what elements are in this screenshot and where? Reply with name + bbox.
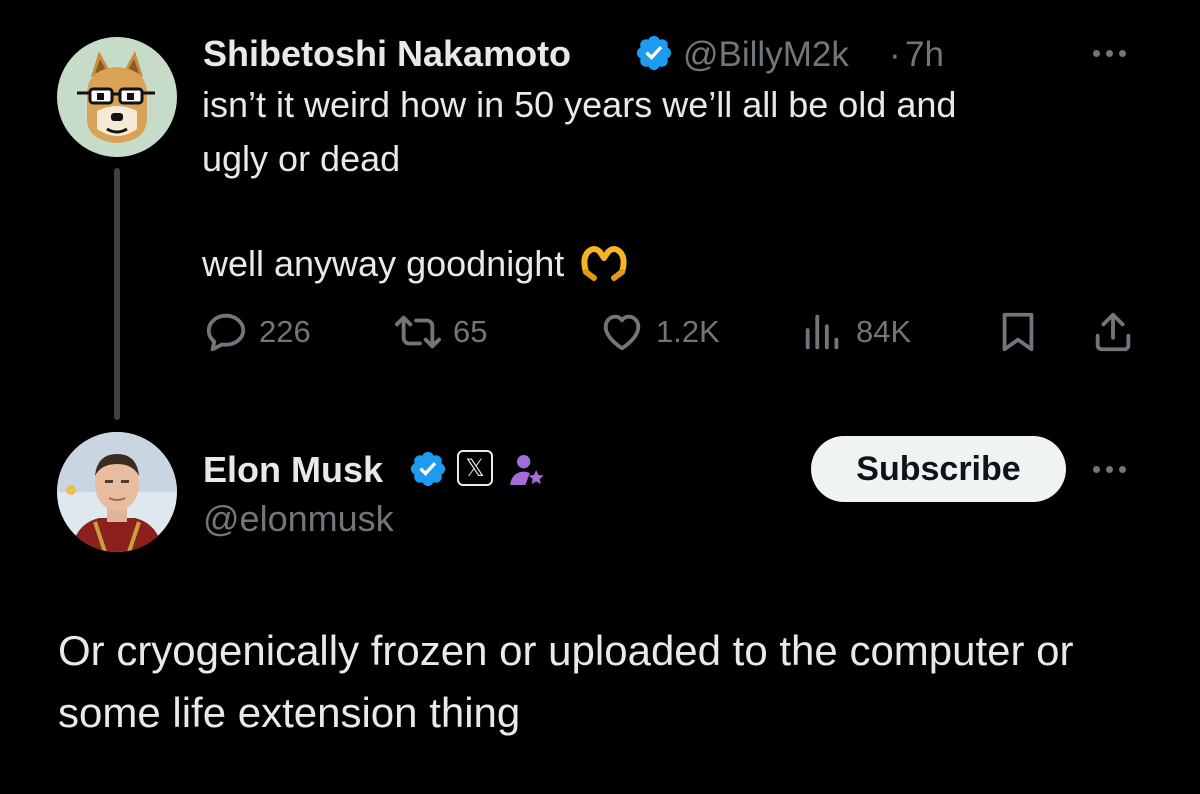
author-handle[interactable]: @BillyM2k <box>683 35 849 75</box>
reply-count: 226 <box>259 314 311 349</box>
reply-author-avatar[interactable] <box>57 432 177 552</box>
author-name[interactable]: Shibetoshi Nakamoto <box>203 33 571 75</box>
affiliation-x-badge[interactable]: 𝕏 <box>457 450 493 486</box>
tweet-time[interactable]: 7h <box>905 35 944 75</box>
share-icon[interactable] <box>1090 308 1136 356</box>
heart-hands-emoji-icon <box>581 246 627 281</box>
repost-count: 65 <box>453 314 488 349</box>
heart-icon <box>603 314 641 351</box>
reply-icon <box>206 313 246 352</box>
more-options-icon[interactable] <box>1093 50 1126 57</box>
views-chart-icon <box>805 314 839 350</box>
subscriber-badge-icon <box>510 455 544 485</box>
subscribe-button[interactable]: Subscribe <box>811 436 1066 502</box>
bookmark-icon[interactable] <box>995 308 1041 356</box>
verified-badge-icon <box>636 35 672 71</box>
thread-connector-line <box>114 168 120 420</box>
tweet-text-line-2: ugly or dead <box>202 138 401 179</box>
reply-verified-badge-icon <box>410 451 446 487</box>
tweet-text-line-1: isn’t it weird how in 50 years we’ll all… <box>202 84 957 125</box>
repost-icon <box>394 315 441 349</box>
views-action[interactable]: 84K <box>800 309 911 355</box>
like-count: 1.2K <box>656 314 720 349</box>
elon-musk-avatar-icon <box>57 432 177 552</box>
like-action[interactable]: 1.2K <box>598 309 720 355</box>
reply-action[interactable]: 226 <box>203 309 311 355</box>
reply-more-options-icon[interactable] <box>1093 466 1126 473</box>
author-avatar[interactable] <box>57 37 177 157</box>
x-logo-icon: 𝕏 <box>465 454 485 482</box>
tweet-text-line-3: well anyway goodnight <box>202 237 628 291</box>
doge-avatar-icon <box>57 37 177 157</box>
tweet-text-goodnight: well anyway goodnight <box>202 243 565 284</box>
views-count: 84K <box>856 314 912 349</box>
reply-tweet-text: Or cryogenically frozen or uploaded to t… <box>58 627 1074 736</box>
separator-dot: · <box>889 35 901 74</box>
reply-author-handle[interactable]: @elonmusk <box>203 498 394 540</box>
repost-action[interactable]: 65 <box>393 309 487 355</box>
reply-author-name[interactable]: Elon Musk <box>203 449 383 491</box>
